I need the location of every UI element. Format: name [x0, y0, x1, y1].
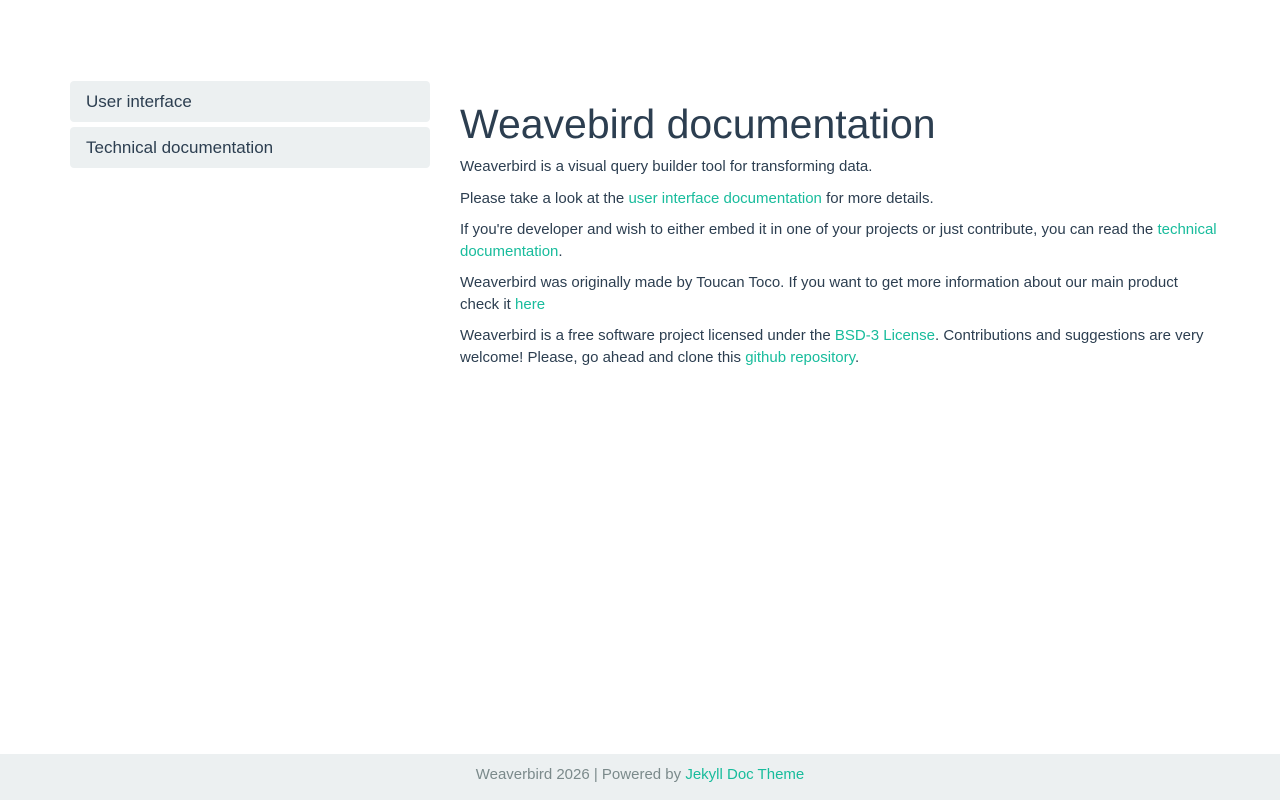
ui-docs-text-before: Please take a look at the [460, 189, 629, 207]
footer: Weaverbird 2026 | Powered by Jekyll Doc … [0, 754, 1280, 800]
sidebar-item-technical-documentation[interactable]: Technical documentation [70, 127, 430, 168]
ui-docs-paragraph: Please take a look at the user interface… [460, 188, 1220, 210]
here-link[interactable]: here [515, 296, 545, 313]
technical-docs-paragraph: If you're developer and wish to either e… [460, 219, 1220, 262]
github-repository-link[interactable]: github repository [745, 349, 855, 366]
toucan-toco-text: Weaverbird was originally made by Toucan… [460, 274, 1178, 313]
sidebar-nav: User interface Technical documentation [70, 81, 430, 173]
license-text-before: Weaverbird is a free software project li… [460, 327, 835, 344]
license-text-after: . [854, 348, 860, 366]
technical-docs-text-after: . [558, 242, 563, 260]
user-interface-documentation-link[interactable]: user interface documentation [628, 190, 821, 207]
sidebar-item-user-interface[interactable]: User interface [70, 81, 430, 122]
intro-paragraph: Weaverbird is a visual query builder too… [460, 158, 873, 175]
page: User interface Technical documentation W… [0, 0, 1280, 800]
footer-text: Weaverbird 2026 | Powered by [475, 766, 686, 783]
page-title: Weavebird documentation [460, 101, 936, 147]
technical-docs-text-before: If you're developer and wish to either e… [460, 221, 1158, 238]
license-paragraph: Weaverbird is a free software project li… [460, 325, 1220, 368]
main-content: Weavebird documentation Weaverbird is a … [460, 98, 1220, 378]
jekyll-doc-theme-link[interactable]: Jekyll Doc Theme [685, 766, 804, 783]
bsd-license-link[interactable]: BSD-3 License [835, 327, 935, 344]
toucan-toco-paragraph: Weaverbird was originally made by Toucan… [460, 272, 1220, 315]
ui-docs-text-after: for more details. [821, 189, 934, 207]
